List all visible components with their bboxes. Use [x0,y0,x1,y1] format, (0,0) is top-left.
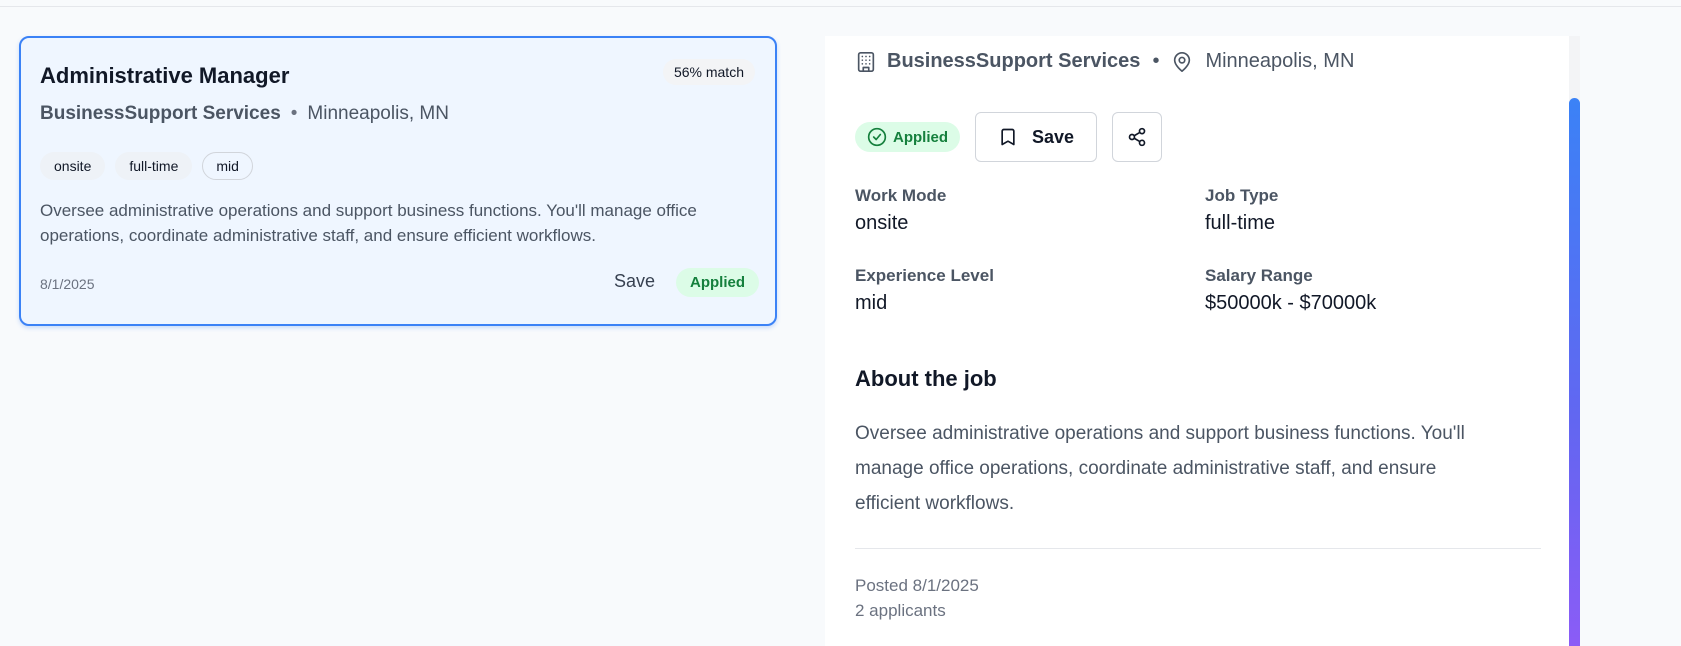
field-value: full-time [1205,212,1276,234]
top-bar [0,0,1681,7]
applicant-count: 2 applicants [855,601,946,620]
field-experience: Experience Level mid [855,266,994,315]
share-icon [1128,127,1146,147]
field-job-type: Job Type full-time [1205,186,1278,235]
save-button-label: Save [1032,126,1075,147]
detail-location: Minneapolis, MN [1205,50,1355,72]
match-badge: 56% match [662,59,755,85]
bookmark-icon [1001,128,1015,146]
meta-separator: • [290,103,298,124]
detail-applied-label: Applied [893,128,948,146]
posted-date: Posted 8/1/2025 [855,576,979,595]
job-date: 8/1/2025 [40,276,95,292]
job-description: Oversee administrative operations and su… [40,201,697,245]
card-save-button[interactable]: Save [614,271,655,292]
job-card[interactable]: Administrative Manager 56% match Busines… [19,36,777,326]
field-value: onsite [855,212,909,234]
job-detail-panel: BusinessSupport Services • Minneapolis, … [825,36,1570,646]
detail-applied-badge: Applied [855,122,960,152]
save-button[interactable]: Save [975,112,1098,162]
applied-badge: Applied [676,268,759,297]
job-location: Minneapolis, MN [307,103,449,124]
check-circle-icon [867,127,887,147]
field-work-mode: Work Mode onsite [855,186,946,235]
field-value: mid [855,292,888,314]
field-label: Job Type [1205,186,1279,205]
detail-company-name: BusinessSupport Services [887,50,1141,72]
map-pin-icon [1171,51,1193,73]
field-label: Salary Range [1205,266,1313,285]
tag-experience: mid [202,152,253,180]
posted-info: Posted 8/1/2025 2 applicants [855,573,979,623]
detail-separator: • [1152,50,1160,72]
field-label: Experience Level [855,266,994,285]
tag-list: onsite full-time mid [40,152,253,180]
about-title: About the job [855,366,997,391]
job-title: Administrative Manager [40,63,290,88]
scrollbar-thumb[interactable] [1569,98,1580,646]
job-meta: BusinessSupport Services • Minneapolis, MN [40,103,449,125]
action-row: Applied Save [855,112,1163,162]
tag-job-type: full-time [115,152,193,180]
tag-work-mode: onsite [40,152,106,180]
field-salary: Salary Range $50000k - $70000k [1205,266,1376,315]
field-label: Work Mode [855,186,947,205]
building-icon [855,51,877,73]
detail-header: BusinessSupport Services • Minneapolis, … [855,50,1354,73]
share-button[interactable] [1112,112,1163,162]
company-name: BusinessSupport Services [40,103,281,124]
about-body: Oversee administrative operations and su… [855,423,1465,514]
divider [855,548,1541,549]
field-value: $50000k - $70000k [1205,292,1377,314]
